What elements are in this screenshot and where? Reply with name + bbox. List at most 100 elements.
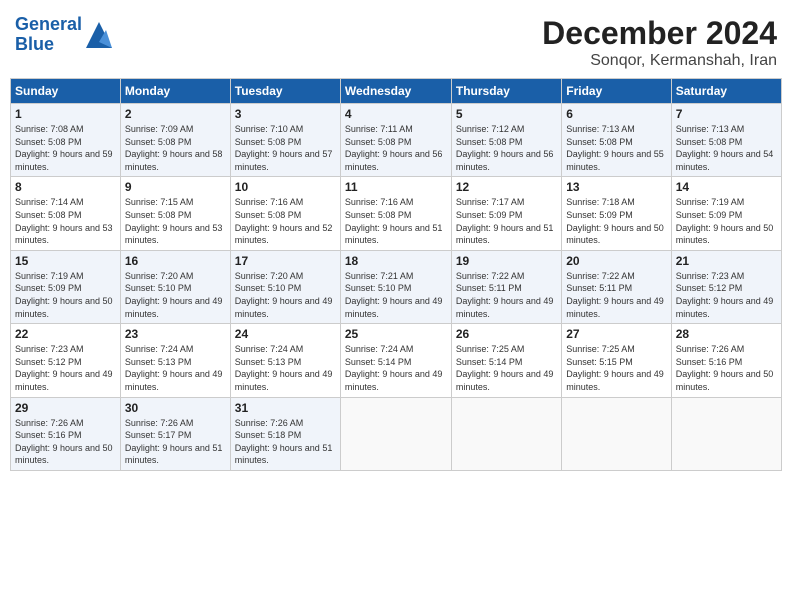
day-number: 24 bbox=[235, 327, 336, 341]
calendar-cell: 7Sunrise: 7:13 AMSunset: 5:08 PMDaylight… bbox=[671, 104, 781, 177]
weekday-header-tuesday: Tuesday bbox=[230, 79, 340, 104]
day-number: 9 bbox=[125, 180, 226, 194]
logo-text: GeneralBlue bbox=[15, 15, 82, 55]
day-number: 23 bbox=[125, 327, 226, 341]
day-number: 7 bbox=[676, 107, 777, 121]
day-number: 12 bbox=[456, 180, 557, 194]
calendar-week-row: 22 Sunrise: 7:23 AMSunset: 5:12 PMDayligh… bbox=[11, 324, 782, 397]
day-info: Sunrise: 7:26 AMSunset: 5:18 PMDaylight:… bbox=[235, 417, 336, 467]
day-info: Sunrise: 7:12 AMSunset: 5:08 PMDaylight:… bbox=[456, 123, 557, 173]
calendar-cell: 26 Sunrise: 7:25 AMSunset: 5:14 PMDayligh… bbox=[451, 324, 561, 397]
calendar-cell bbox=[562, 397, 671, 470]
calendar-cell: 12 Sunrise: 7:17 AMSunset: 5:09 PMDayligh… bbox=[451, 177, 561, 250]
calendar-cell: 3 Sunrise: 7:10 AMSunset: 5:08 PMDaylight… bbox=[230, 104, 340, 177]
day-number: 11 bbox=[345, 180, 447, 194]
calendar-table: SundayMondayTuesdayWednesdayThursdayFrid… bbox=[10, 78, 782, 471]
day-info: Sunrise: 7:25 AMSunset: 5:14 PMDaylight:… bbox=[456, 343, 557, 393]
calendar-cell: 8 Sunrise: 7:14 AMSunset: 5:08 PMDaylight… bbox=[11, 177, 121, 250]
page-header: GeneralBlue December 2024 Sonqor, Kerman… bbox=[10, 10, 782, 70]
day-number: 21 bbox=[676, 254, 777, 268]
month-title: December 2024 bbox=[542, 15, 777, 52]
day-info: Sunrise: 7:20 AMSunset: 5:10 PMDaylight:… bbox=[125, 270, 226, 320]
day-info: Sunrise: 7:20 AMSunset: 5:10 PMDaylight:… bbox=[235, 270, 336, 320]
day-number: 27 bbox=[566, 327, 666, 341]
day-number: 10 bbox=[235, 180, 336, 194]
calendar-cell: 13 Sunrise: 7:18 AMSunset: 5:09 PMDayligh… bbox=[562, 177, 671, 250]
day-number: 13 bbox=[566, 180, 666, 194]
calendar-cell: 22 Sunrise: 7:23 AMSunset: 5:12 PMDayligh… bbox=[11, 324, 121, 397]
calendar-cell: 23 Sunrise: 7:24 AMSunset: 5:13 PMDayligh… bbox=[120, 324, 230, 397]
day-number: 15 bbox=[15, 254, 116, 268]
day-number: 6 bbox=[566, 107, 666, 121]
calendar-cell: 27Sunrise: 7:25 AMSunset: 5:15 PMDayligh… bbox=[562, 324, 671, 397]
day-info: Sunrise: 7:15 AMSunset: 5:08 PMDaylight:… bbox=[125, 196, 226, 246]
calendar-cell: 29 Sunrise: 7:26 AMSunset: 5:16 PMDayligh… bbox=[11, 397, 121, 470]
day-info: Sunrise: 7:14 AMSunset: 5:08 PMDaylight:… bbox=[15, 196, 116, 246]
day-info: Sunrise: 7:19 AMSunset: 5:09 PMDaylight:… bbox=[15, 270, 116, 320]
day-number: 22 bbox=[15, 327, 116, 341]
calendar-cell: 20 Sunrise: 7:22 AMSunset: 5:11 PMDayligh… bbox=[562, 250, 671, 323]
day-number: 4 bbox=[345, 107, 447, 121]
day-number: 8 bbox=[15, 180, 116, 194]
calendar-cell: 31 Sunrise: 7:26 AMSunset: 5:18 PMDayligh… bbox=[230, 397, 340, 470]
day-info: Sunrise: 7:24 AMSunset: 5:13 PMDaylight:… bbox=[235, 343, 336, 393]
weekday-header-wednesday: Wednesday bbox=[340, 79, 451, 104]
weekday-header-sunday: Sunday bbox=[11, 79, 121, 104]
calendar-week-row: 29 Sunrise: 7:26 AMSunset: 5:16 PMDayligh… bbox=[11, 397, 782, 470]
weekday-header-row: SundayMondayTuesdayWednesdayThursdayFrid… bbox=[11, 79, 782, 104]
day-info: Sunrise: 7:21 AMSunset: 5:10 PMDaylight:… bbox=[345, 270, 447, 320]
calendar-cell: 28Sunrise: 7:26 AMSunset: 5:16 PMDayligh… bbox=[671, 324, 781, 397]
day-number: 3 bbox=[235, 107, 336, 121]
day-info: Sunrise: 7:16 AMSunset: 5:08 PMDaylight:… bbox=[235, 196, 336, 246]
calendar-week-row: 1Sunrise: 7:08 AMSunset: 5:08 PMDaylight… bbox=[11, 104, 782, 177]
day-number: 20 bbox=[566, 254, 666, 268]
day-number: 5 bbox=[456, 107, 557, 121]
calendar-cell: 11Sunrise: 7:16 AMSunset: 5:08 PMDayligh… bbox=[340, 177, 451, 250]
day-info: Sunrise: 7:24 AMSunset: 5:13 PMDaylight:… bbox=[125, 343, 226, 393]
day-info: Sunrise: 7:17 AMSunset: 5:09 PMDaylight:… bbox=[456, 196, 557, 246]
calendar-cell: 25 Sunrise: 7:24 AMSunset: 5:14 PMDayligh… bbox=[340, 324, 451, 397]
day-info: Sunrise: 7:23 AMSunset: 5:12 PMDaylight:… bbox=[676, 270, 777, 320]
calendar-cell: 10 Sunrise: 7:16 AMSunset: 5:08 PMDayligh… bbox=[230, 177, 340, 250]
day-info: Sunrise: 7:23 AMSunset: 5:12 PMDaylight:… bbox=[15, 343, 116, 393]
day-info: Sunrise: 7:11 AMSunset: 5:08 PMDaylight:… bbox=[345, 123, 447, 173]
day-info: Sunrise: 7:13 AMSunset: 5:08 PMDaylight:… bbox=[566, 123, 666, 173]
day-number: 28 bbox=[676, 327, 777, 341]
logo: GeneralBlue bbox=[15, 15, 114, 55]
day-number: 26 bbox=[456, 327, 557, 341]
calendar-cell: 6 Sunrise: 7:13 AMSunset: 5:08 PMDaylight… bbox=[562, 104, 671, 177]
calendar-cell: 5 Sunrise: 7:12 AMSunset: 5:08 PMDaylight… bbox=[451, 104, 561, 177]
weekday-header-friday: Friday bbox=[562, 79, 671, 104]
calendar-cell: 14 Sunrise: 7:19 AMSunset: 5:09 PMDayligh… bbox=[671, 177, 781, 250]
day-info: Sunrise: 7:10 AMSunset: 5:08 PMDaylight:… bbox=[235, 123, 336, 173]
day-number: 25 bbox=[345, 327, 447, 341]
day-number: 14 bbox=[676, 180, 777, 194]
day-info: Sunrise: 7:18 AMSunset: 5:09 PMDaylight:… bbox=[566, 196, 666, 246]
day-number: 16 bbox=[125, 254, 226, 268]
day-info: Sunrise: 7:22 AMSunset: 5:11 PMDaylight:… bbox=[566, 270, 666, 320]
day-info: Sunrise: 7:24 AMSunset: 5:14 PMDaylight:… bbox=[345, 343, 447, 393]
calendar-cell: 4 Sunrise: 7:11 AMSunset: 5:08 PMDaylight… bbox=[340, 104, 451, 177]
calendar-cell: 19Sunrise: 7:22 AMSunset: 5:11 PMDayligh… bbox=[451, 250, 561, 323]
calendar-cell: 18Sunrise: 7:21 AMSunset: 5:10 PMDayligh… bbox=[340, 250, 451, 323]
calendar-week-row: 15 Sunrise: 7:19 AMSunset: 5:09 PMDayligh… bbox=[11, 250, 782, 323]
calendar-cell: 30Sunrise: 7:26 AMSunset: 5:17 PMDayligh… bbox=[120, 397, 230, 470]
weekday-header-saturday: Saturday bbox=[671, 79, 781, 104]
day-number: 30 bbox=[125, 401, 226, 415]
logo-icon bbox=[84, 20, 114, 50]
day-info: Sunrise: 7:26 AMSunset: 5:16 PMDaylight:… bbox=[15, 417, 116, 467]
day-info: Sunrise: 7:19 AMSunset: 5:09 PMDaylight:… bbox=[676, 196, 777, 246]
weekday-header-monday: Monday bbox=[120, 79, 230, 104]
calendar-cell: 2 Sunrise: 7:09 AMSunset: 5:08 PMDaylight… bbox=[120, 104, 230, 177]
day-number: 1 bbox=[15, 107, 116, 121]
day-number: 17 bbox=[235, 254, 336, 268]
day-number: 29 bbox=[15, 401, 116, 415]
calendar-cell: 21 Sunrise: 7:23 AMSunset: 5:12 PMDayligh… bbox=[671, 250, 781, 323]
day-number: 2 bbox=[125, 107, 226, 121]
day-info: Sunrise: 7:22 AMSunset: 5:11 PMDaylight:… bbox=[456, 270, 557, 320]
calendar-cell bbox=[451, 397, 561, 470]
calendar-cell: 1Sunrise: 7:08 AMSunset: 5:08 PMDaylight… bbox=[11, 104, 121, 177]
calendar-cell: 9 Sunrise: 7:15 AMSunset: 5:08 PMDaylight… bbox=[120, 177, 230, 250]
day-info: Sunrise: 7:09 AMSunset: 5:08 PMDaylight:… bbox=[125, 123, 226, 173]
day-number: 31 bbox=[235, 401, 336, 415]
